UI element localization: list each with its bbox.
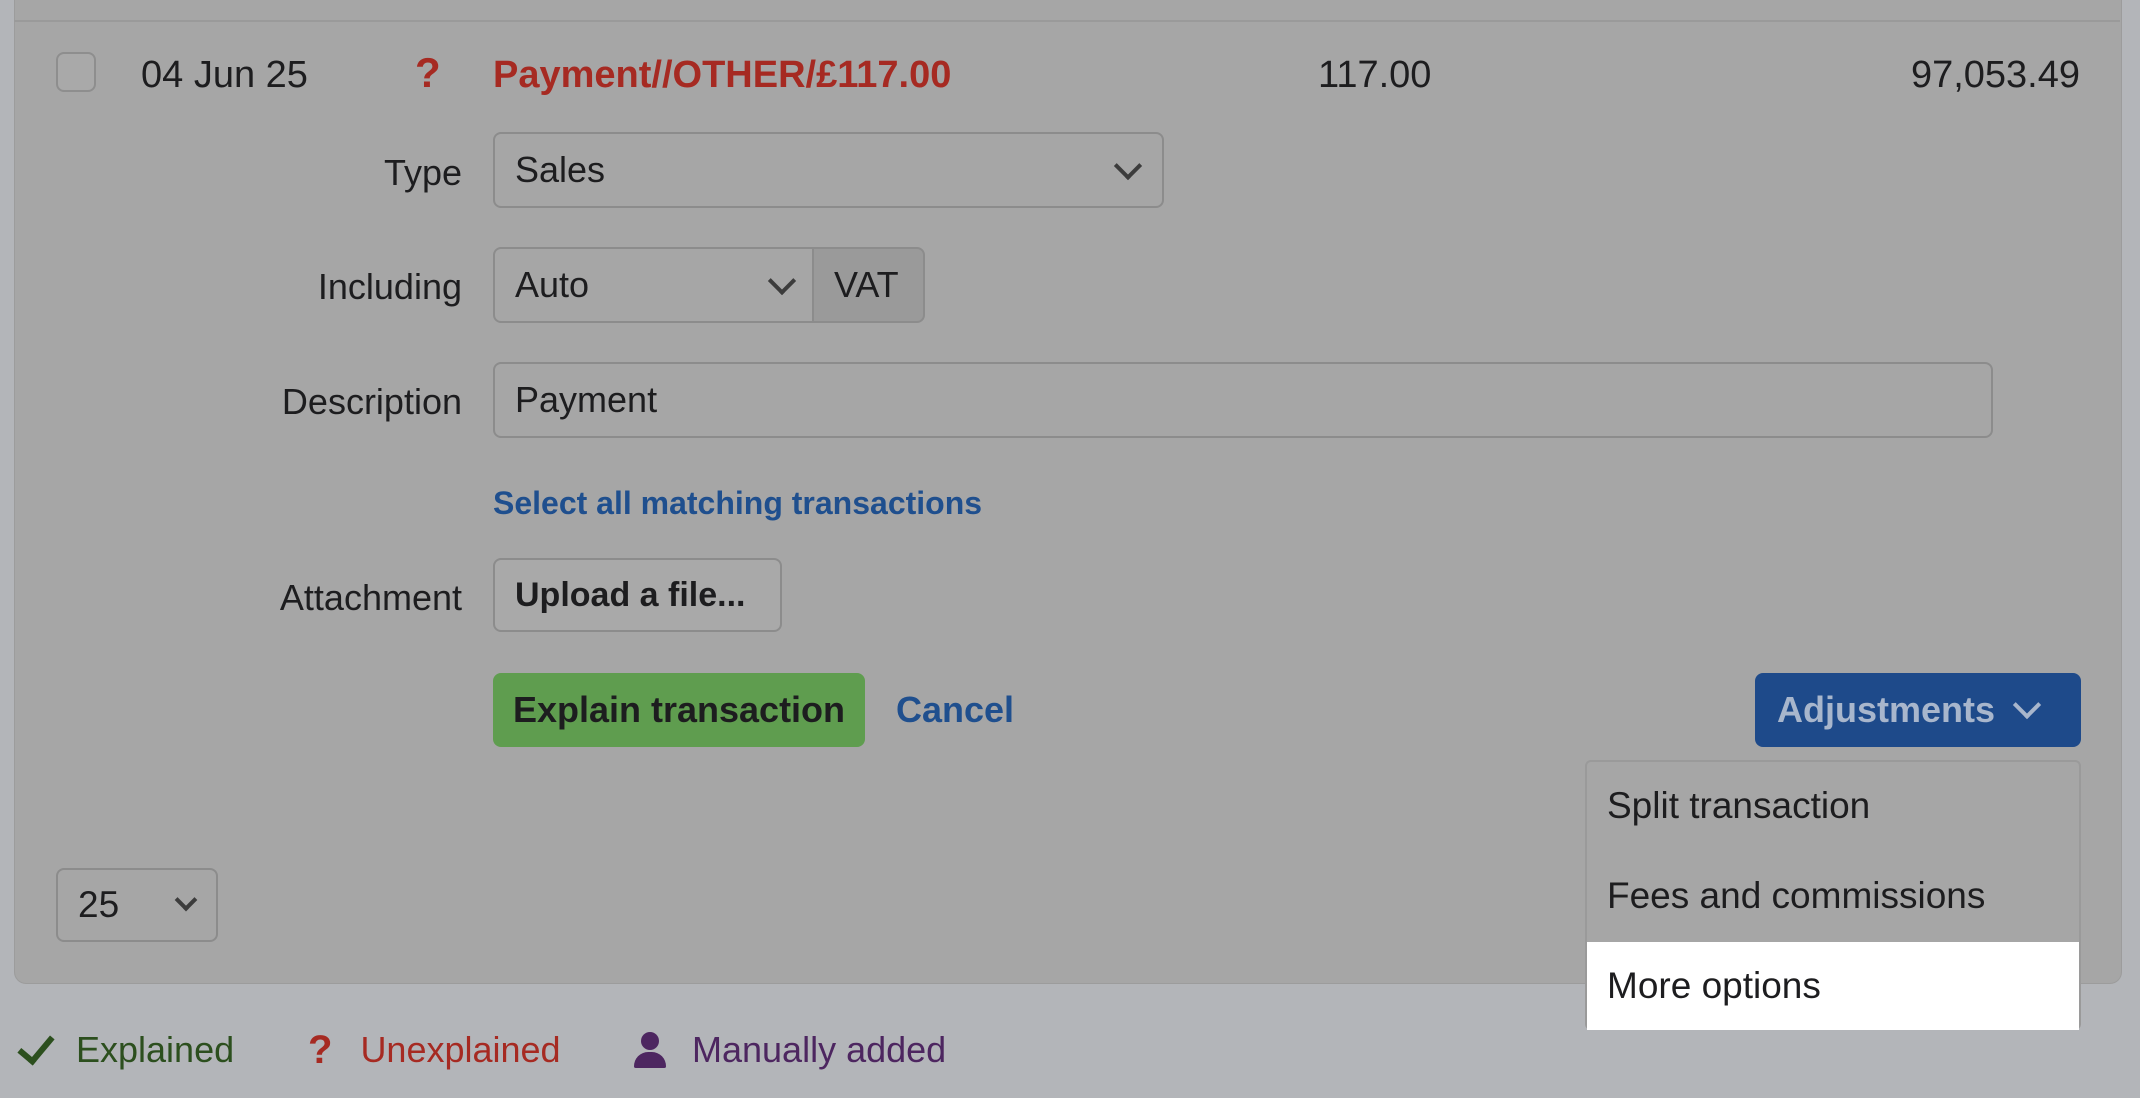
transaction-amount: 117.00 <box>1318 54 1432 96</box>
page-size-value: 25 <box>78 884 120 925</box>
chevron-down-icon <box>767 266 797 296</box>
legend-explained-label: Explained <box>76 1029 235 1070</box>
adjustments-button[interactable]: Adjustments <box>1755 673 2081 747</box>
question-mark-icon: ? <box>308 1027 333 1072</box>
transaction-balance: 97,053.49 <box>1910 54 2080 96</box>
legend-unexplained-label: Unexplained <box>360 1029 561 1070</box>
page-size-select[interactable]: 25 <box>56 868 218 942</box>
upload-file-button[interactable]: Upload a file... <box>493 558 782 632</box>
type-label: Type <box>383 152 462 193</box>
legend-manually-added-label: Manually added <box>692 1029 947 1070</box>
adjustments-menu: Split transaction Fees and commissions M… <box>1585 760 2081 1030</box>
type-select[interactable]: Sales <box>493 132 1164 208</box>
including-label: Including <box>317 266 462 307</box>
menu-item-split-transaction[interactable]: Split transaction <box>1587 762 2079 850</box>
legend-manually-added: Manually added <box>632 1029 947 1070</box>
menu-item-more-options[interactable]: More options <box>1587 942 2079 1030</box>
including-select-value: Auto <box>515 264 590 305</box>
select-matching-transactions-link[interactable]: Select all matching transactions <box>493 487 982 519</box>
description-input[interactable]: Payment <box>493 362 1993 438</box>
transaction-date: 04 Jun 25 <box>141 54 308 96</box>
adjustments-button-label: Adjustments <box>1777 689 1996 730</box>
question-mark-icon: ? <box>415 49 441 96</box>
row-select-checkbox[interactable] <box>56 52 96 92</box>
including-select[interactable]: Auto <box>493 247 814 323</box>
explain-transaction-button[interactable]: Explain transaction <box>493 673 865 747</box>
legend-explained: Explained <box>17 1026 235 1070</box>
person-icon <box>632 1032 668 1068</box>
type-select-value: Sales <box>515 149 606 190</box>
chevron-down-icon <box>1113 151 1143 181</box>
legend-unexplained: ? Unexplained <box>308 1027 561 1072</box>
chevron-down-icon <box>2012 690 2042 720</box>
menu-item-fees-and-commissions[interactable]: Fees and commissions <box>1587 852 2079 940</box>
check-icon <box>17 1026 55 1066</box>
chevron-down-icon <box>174 888 198 912</box>
description-label: Description <box>281 381 462 422</box>
transaction-description-link[interactable]: Payment//OTHER/£117.00 <box>493 56 951 94</box>
row-divider <box>14 20 2120 22</box>
vat-addon: VAT <box>812 247 925 323</box>
cancel-link[interactable]: Cancel <box>896 692 1014 728</box>
attachment-label: Attachment <box>279 577 462 618</box>
